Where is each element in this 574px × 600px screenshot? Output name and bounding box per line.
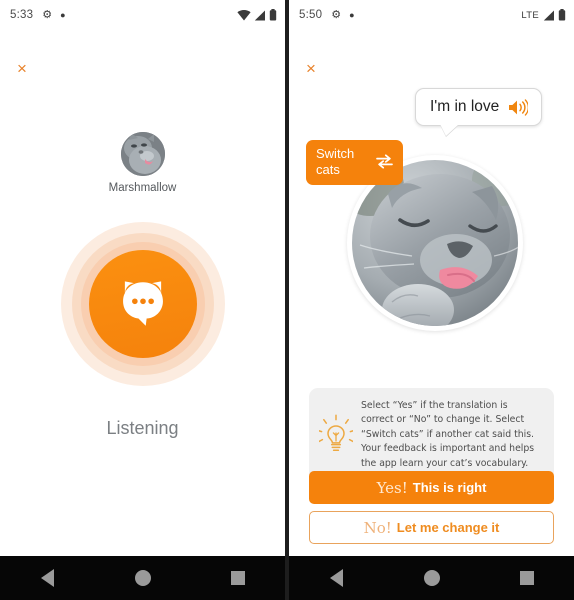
back-button[interactable] bbox=[309, 556, 365, 600]
back-triangle-icon bbox=[330, 569, 343, 587]
left-phone-screen: 5:33 ⚙ ● × Marshmallow Listening bbox=[0, 0, 285, 600]
close-button[interactable]: × bbox=[13, 60, 31, 78]
cat-speech-bubble-icon bbox=[122, 281, 163, 326]
home-circle-icon bbox=[423, 570, 440, 586]
gear-icon: ⚙ bbox=[331, 8, 342, 21]
status-time: 5:33 bbox=[10, 9, 34, 21]
cat-profile: Marshmallow bbox=[0, 132, 285, 194]
status-indicators: LTE bbox=[521, 9, 566, 21]
recents-button[interactable] bbox=[210, 556, 266, 600]
translation-text: I'm in love bbox=[430, 98, 500, 115]
speaker-icon[interactable] bbox=[508, 98, 529, 116]
dot-icon: ● bbox=[349, 9, 355, 20]
recents-square-icon bbox=[519, 571, 534, 585]
cat-name-label: Marshmallow bbox=[108, 182, 177, 194]
right-status-bar: 5:50 ⚙ ● LTE bbox=[289, 0, 574, 30]
wifi-icon bbox=[237, 9, 251, 20]
feedback-tip-text: Select “Yes” if the translation is corre… bbox=[361, 400, 535, 469]
confirm-yes-button[interactable]: Yes! This is right bbox=[309, 471, 554, 504]
signal-icon bbox=[543, 10, 554, 20]
yes-lead-label: Yes! bbox=[376, 478, 408, 497]
bubble-tail bbox=[440, 124, 459, 136]
recents-button[interactable] bbox=[499, 556, 555, 600]
switch-cats-button[interactable]: Switch cats bbox=[306, 140, 403, 185]
no-lead-label: No! bbox=[363, 518, 392, 537]
feedback-tip-box: Select “Yes” if the translation is corre… bbox=[309, 388, 554, 483]
lightbulb-icon bbox=[319, 414, 353, 451]
left-status-bar: 5:33 ⚙ ● bbox=[0, 0, 285, 30]
close-button[interactable]: × bbox=[302, 60, 320, 78]
home-button[interactable] bbox=[404, 556, 460, 600]
no-rest-label: Let me change it bbox=[396, 520, 500, 535]
signal-icon bbox=[254, 10, 265, 20]
yes-rest-label: This is right bbox=[412, 480, 487, 495]
home-button[interactable] bbox=[115, 556, 171, 600]
listen-core-button[interactable] bbox=[88, 250, 197, 358]
status-time: 5:50 bbox=[299, 9, 323, 21]
swap-arrows-icon bbox=[376, 154, 393, 169]
recents-square-icon bbox=[230, 571, 245, 585]
listening-button[interactable] bbox=[60, 222, 225, 386]
right-navigation-bar bbox=[289, 556, 574, 600]
left-navigation-bar bbox=[0, 556, 285, 600]
back-button[interactable] bbox=[20, 556, 76, 600]
right-phone-screen: 5:50 ⚙ ● LTE × I'm in love Switch cats S… bbox=[289, 0, 574, 600]
back-triangle-icon bbox=[41, 569, 54, 587]
listening-status-label: Listening bbox=[106, 418, 179, 438]
reject-no-button[interactable]: No! Let me change it bbox=[309, 511, 554, 544]
cat-avatar[interactable] bbox=[120, 132, 165, 176]
cat-avatar-image bbox=[120, 132, 165, 176]
gear-icon: ⚙ bbox=[42, 8, 53, 21]
cat-photo-image bbox=[352, 160, 518, 326]
dot-icon: ● bbox=[60, 9, 66, 20]
battery-icon bbox=[558, 9, 566, 21]
battery-icon bbox=[269, 9, 277, 21]
translation-bubble[interactable]: I'm in love bbox=[415, 88, 543, 136]
network-type-label: LTE bbox=[521, 9, 539, 21]
switch-cats-label: Switch cats bbox=[316, 146, 355, 177]
home-circle-icon bbox=[134, 570, 151, 586]
status-indicators bbox=[237, 9, 277, 21]
dual-screenshot-frame: 5:33 ⚙ ● × Marshmallow Listening 5:50 ⚙ … bbox=[0, 0, 574, 600]
cat-photo[interactable] bbox=[352, 160, 518, 326]
